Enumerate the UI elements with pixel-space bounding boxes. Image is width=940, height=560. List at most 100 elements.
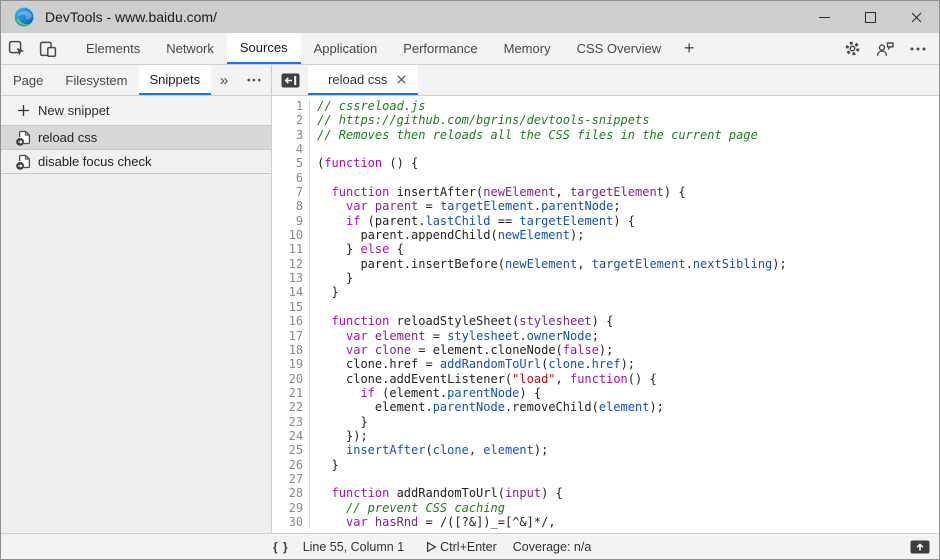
code-line: 28 function addRandomToUrl(input) { [272,486,939,500]
panel-tab-css-overview[interactable]: CSS Overview [564,33,675,64]
line-number[interactable]: 30 [272,515,310,529]
line-number[interactable]: 4 [272,142,310,156]
code-text[interactable]: parent.appendChild(newElement); [310,228,584,242]
line-number[interactable]: 24 [272,429,310,443]
code-text[interactable]: function reloadStyleSheet(stylesheet) { [310,314,613,328]
line-number[interactable]: 9 [272,214,310,228]
line-number[interactable]: 25 [272,443,310,457]
inspect-element-button[interactable] [1,33,32,64]
line-number[interactable]: 3 [272,128,310,142]
panel-tab-memory[interactable]: Memory [491,33,564,64]
snippet-label: disable focus check [38,154,151,169]
navigator-tab-filesystem[interactable]: Filesystem [54,65,138,95]
code-text[interactable]: clone.addEventListener("load", function(… [310,372,657,386]
code-text[interactable]: function insertAfter(newElement, targetE… [310,185,685,199]
line-number[interactable]: 21 [272,386,310,400]
line-number[interactable]: 20 [272,372,310,386]
code-text[interactable]: if (element.parentNode) { [310,386,541,400]
line-number[interactable]: 27 [272,472,310,486]
code-text[interactable]: // Removes then reloads all the CSS file… [310,128,758,142]
code-text[interactable]: var clone = element.cloneNode(false); [310,343,613,357]
code-text[interactable]: clone.href = addRandomToUrl(clone.href); [310,357,635,371]
code-text[interactable]: } [310,415,368,429]
navigator-tab-page[interactable]: Page [2,65,54,95]
panel-tab-application[interactable]: Application [301,33,391,64]
code-text[interactable]: var parent = targetElement.parentNode; [310,199,621,213]
expand-drawer-button[interactable] [910,540,930,554]
snippet-item-disable-focus-check[interactable]: disable focus check [1,150,271,174]
pretty-print-button[interactable]: { } [273,540,289,554]
code-text[interactable]: // prevent CSS caching [310,501,505,515]
more-tools-button[interactable]: + [674,33,704,64]
code-text[interactable]: } else { [310,242,404,256]
code-text[interactable]: } [310,285,339,299]
code-text[interactable]: (function () { [310,156,418,170]
panel-tab-network[interactable]: Network [153,33,227,64]
inspect-element-icon [8,40,26,58]
more-menu-button[interactable] [910,47,926,51]
code-line: 22 element.parentNode.removeChild(elemen… [272,400,939,414]
close-button[interactable] [893,1,939,33]
snippet-item-reload-css[interactable]: reload css [1,126,271,150]
code-text[interactable]: insertAfter(clone, element); [310,443,548,457]
line-number[interactable]: 23 [272,415,310,429]
line-number[interactable]: 29 [272,501,310,515]
code-text[interactable]: var hasRnd = /([?&])_=[^&]*/, [310,515,555,529]
line-number[interactable]: 2 [272,113,310,127]
code-text[interactable]: } [310,458,339,472]
line-number[interactable]: 11 [272,242,310,256]
editor-tab-reload-css[interactable]: reload css [308,65,418,95]
line-number[interactable]: 1 [272,99,310,113]
code-text[interactable] [310,472,317,486]
feedback-button[interactable] [876,41,895,57]
code-text[interactable]: if (parent.lastChild == targetElement) { [310,214,635,228]
code-text[interactable]: // https://github.com/bgrins/devtools-sn… [310,113,649,127]
line-number[interactable]: 12 [272,257,310,271]
code-text[interactable] [310,300,317,314]
settings-gear-button[interactable] [844,40,861,57]
code-text[interactable]: var element = stylesheet.ownerNode; [310,329,599,343]
panel-tab-performance[interactable]: Performance [390,33,490,64]
more-tabs-icon [247,78,261,82]
code-text[interactable]: // cssreload.js [310,99,425,113]
maximize-button[interactable] [847,1,893,33]
line-number[interactable]: 17 [272,329,310,343]
panel-tab-elements[interactable]: Elements [73,33,153,64]
code-text[interactable]: parent.insertBefore(newElement, targetEl… [310,257,787,271]
navigator-tab-snippets[interactable]: Snippets [139,65,212,95]
line-number[interactable]: 15 [272,300,310,314]
line-number[interactable]: 8 [272,199,310,213]
line-number[interactable]: 26 [272,458,310,472]
line-number[interactable]: 5 [272,156,310,170]
code-line: 15 [272,300,939,314]
hide-navigator-button[interactable] [272,65,308,95]
code-editor[interactable]: 1// cssreload.js2// https://github.com/b… [272,96,939,533]
line-number[interactable]: 16 [272,314,310,328]
cursor-position-label: Line 55, Column 1 [303,540,404,554]
code-text[interactable]: }); [310,429,368,443]
titlebar[interactable]: DevTools - www.baidu.com/ [1,1,939,33]
line-number[interactable]: 6 [272,171,310,185]
close-tab-icon[interactable] [397,75,406,84]
code-text[interactable]: } [310,271,353,285]
line-number[interactable]: 28 [272,486,310,500]
minimize-button[interactable] [801,1,847,33]
line-number[interactable]: 19 [272,357,310,371]
code-text[interactable]: element.parentNode.removeChild(element); [310,400,664,414]
panel-tab-sources[interactable]: Sources [227,33,301,64]
line-number[interactable]: 7 [272,185,310,199]
navigator-overflow-button[interactable]: » [211,65,237,95]
code-text[interactable]: function addRandomToUrl(input) { [310,486,563,500]
code-lines: 1// cssreload.js2// https://github.com/b… [272,99,939,529]
run-snippet-button[interactable]: Ctrl+Enter [425,540,497,554]
new-snippet-button[interactable]: New snippet [1,96,271,126]
line-number[interactable]: 10 [272,228,310,242]
code-text[interactable] [310,142,317,156]
line-number[interactable]: 22 [272,400,310,414]
line-number[interactable]: 13 [272,271,310,285]
line-number[interactable]: 18 [272,343,310,357]
navigator-more-button[interactable] [237,65,271,95]
device-toolbar-button[interactable] [32,33,63,64]
code-text[interactable] [310,171,317,185]
line-number[interactable]: 14 [272,285,310,299]
